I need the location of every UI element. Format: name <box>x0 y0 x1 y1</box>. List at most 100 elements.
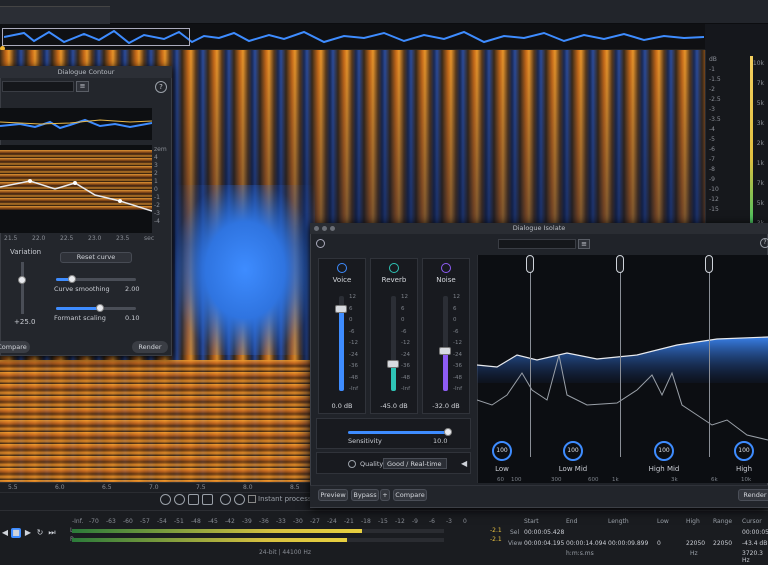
loop-icon[interactable]: ↻ <box>35 528 45 538</box>
dialogue-contour-title: Dialogue Contour <box>0 66 172 78</box>
selinfo-header: High <box>686 518 700 525</box>
fader-knob[interactable] <box>439 347 451 356</box>
timeline-tick: 5.5 <box>8 484 18 491</box>
fader-scale-tick: 6 <box>401 305 405 312</box>
sel-value: 00:00:05.428 <box>524 529 565 536</box>
level-meter-left <box>72 529 363 533</box>
view-value: 00:00:14.094 <box>566 540 607 547</box>
quality-label: Quality <box>360 460 384 468</box>
level-scale-tick: -3 <box>446 518 452 525</box>
band-gain-knob[interactable]: 100 <box>654 441 674 461</box>
selinfo-header: End <box>566 518 578 525</box>
fader-scale-tick: 6 <box>349 305 353 312</box>
curve-smoothing-value: 2.00 <box>125 285 140 293</box>
db-scale-tick: -3.5 <box>709 116 721 123</box>
peak-r: -2.1 <box>490 536 502 543</box>
eq-freq-tick: 300 <box>551 477 562 483</box>
di-preset-select[interactable] <box>498 239 576 249</box>
fader-knob[interactable] <box>335 305 347 314</box>
file-tab[interactable] <box>0 6 110 24</box>
timeline-tick: 6.0 <box>55 484 65 491</box>
stop-icon[interactable]: ■ <box>11 528 21 538</box>
fader-scale-tick: -48 <box>453 374 462 381</box>
cursor-freq: 3720.3 Hz <box>742 550 763 564</box>
sensitivity-value[interactable]: 10.0 <box>431 437 450 445</box>
instant-process-checkbox[interactable] <box>248 495 256 503</box>
dc-help-icon[interactable]: ? <box>155 81 167 93</box>
db-scale-tick: -6 <box>709 146 715 153</box>
preview-button[interactable]: Preview <box>318 489 348 501</box>
reset-curve-button[interactable]: Reset curve <box>60 252 132 263</box>
close-window-icon[interactable] <box>314 226 319 231</box>
zoom-out-icon[interactable] <box>174 494 185 505</box>
dc-time-tick: 23.0 <box>88 235 102 242</box>
di-preset-menu-icon[interactable]: ≡ <box>578 239 590 249</box>
strip-value: 0.0 dB <box>331 402 353 410</box>
di-compare-button[interactable]: Compare <box>393 489 427 501</box>
bypass-button[interactable]: Bypass <box>351 489 379 501</box>
rewind-icon[interactable]: ◀ <box>0 528 10 538</box>
dc-pitch-tick: 0 <box>154 186 158 193</box>
band-divider-handle-1[interactable] <box>526 255 534 273</box>
level-scale-tick: -42 <box>225 518 235 525</box>
fader-knob[interactable] <box>387 360 399 369</box>
eq-freq-tick: 3k <box>671 477 678 483</box>
overview-selection[interactable] <box>2 28 190 46</box>
zoom-selection-icon[interactable] <box>188 494 199 505</box>
eq-freq-tick: 10k <box>741 477 752 483</box>
variation-slider-knob[interactable] <box>18 276 26 284</box>
band-divider-2 <box>620 262 621 457</box>
band-label: High <box>735 465 753 473</box>
dc-preset-select[interactable] <box>2 81 74 92</box>
timeline-tick: 7.0 <box>149 484 159 491</box>
dc-time-tick: 21.5 <box>4 235 18 242</box>
dc-pitch-tick: -1 <box>154 194 160 201</box>
output-meter-strip <box>750 56 753 226</box>
variation-slider[interactable] <box>21 262 24 314</box>
view-value: -43.4 dB <box>742 540 768 547</box>
hand-icon[interactable] <box>234 494 245 505</box>
dc-preset-menu-icon[interactable]: ≡ <box>76 81 89 92</box>
fader-fill <box>443 351 448 391</box>
dc-time-tick: 22.5 <box>60 235 74 242</box>
level-scale-tick: -57 <box>140 518 150 525</box>
curve-smoothing-knob[interactable] <box>68 275 76 283</box>
db-scale-tick: -2 <box>709 86 715 93</box>
band-gain-knob[interactable]: 100 <box>734 441 754 461</box>
dc-pitch-tick: 1 <box>154 178 158 185</box>
skip-end-icon[interactable]: ⏭ <box>47 528 57 538</box>
formant-scaling-knob[interactable] <box>96 304 104 312</box>
collapse-icon[interactable]: ◀ <box>461 459 467 468</box>
strip-name: Voice <box>332 276 352 284</box>
dc-pitch-tick: 3 <box>154 162 158 169</box>
zoom-fit-icon[interactable] <box>202 494 213 505</box>
bypass-plus-button[interactable]: + <box>380 489 390 501</box>
hz-scale-tick: 2k <box>756 140 764 147</box>
zoom-window-icon[interactable] <box>330 226 335 231</box>
hz-scale-tick: 10k <box>752 60 764 67</box>
di-power-icon[interactable] <box>316 239 325 248</box>
minimize-window-icon[interactable] <box>322 226 327 231</box>
band-gain-knob[interactable]: 100 <box>492 441 512 461</box>
zoom-in-icon[interactable] <box>160 494 171 505</box>
dc-render-button[interactable]: Render <box>132 341 168 353</box>
fader-scale-tick: 12 <box>453 294 460 300</box>
band-divider-handle-3[interactable] <box>705 255 713 273</box>
quality-select[interactable]: Good / Real-time <box>383 458 447 469</box>
fader-scale-tick: -Inf <box>349 386 359 392</box>
hz-scale-tick: 7k <box>756 180 764 187</box>
band-divider-handle-2[interactable] <box>616 255 624 273</box>
fader-scale-tick: -12 <box>453 340 462 346</box>
dc-compare-button[interactable]: Compare <box>0 341 30 353</box>
play-icon[interactable]: ▶ <box>23 528 33 538</box>
fader-scale-tick: -6 <box>349 328 355 335</box>
di-render-button[interactable]: Render <box>738 489 768 501</box>
level-scale-tick: -54 <box>157 518 167 525</box>
di-help-icon[interactable]: ? <box>760 238 768 248</box>
band-gain-knob[interactable]: 100 <box>563 441 583 461</box>
sensitivity-fill <box>348 431 448 434</box>
sensitivity-knob[interactable] <box>444 428 452 436</box>
dc-contour-curve <box>0 179 152 212</box>
magnify-icon[interactable] <box>220 494 231 505</box>
level-scale-tick: -30 <box>293 518 303 525</box>
